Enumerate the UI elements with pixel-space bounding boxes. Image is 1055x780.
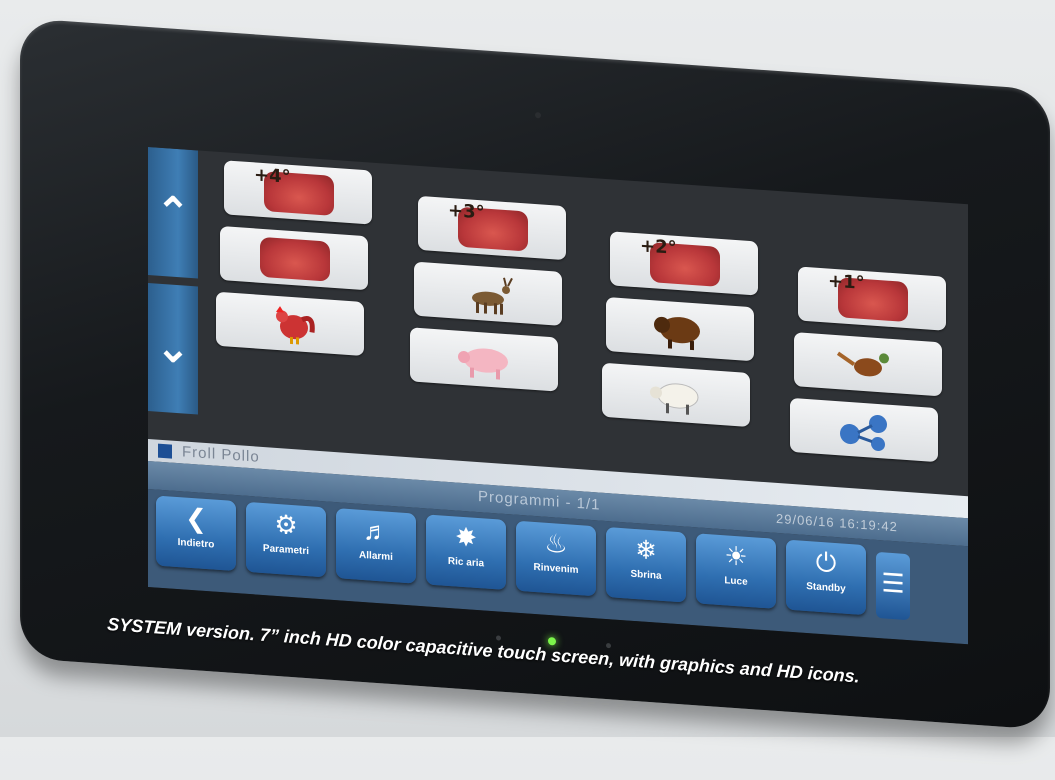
back-arrow-icon: ❮ [185,502,207,535]
sun-icon: ☀ [724,540,748,572]
sheep-icon [642,373,712,418]
page-indicator: Programmi - 1/1 [478,488,601,514]
selected-program-label: Froll Pollo [182,443,260,466]
program-tile[interactable] [220,225,368,291]
pheasant-icon [834,343,904,388]
reheat-button[interactable]: ♨ Rinvenim [516,520,596,597]
program-tile[interactable]: +4° [224,160,372,225]
air-recirculation-button[interactable]: ✸ Ric aria [426,514,506,590]
program-tile[interactable]: +1° [798,266,946,331]
program-tile[interactable]: +2° [610,231,758,296]
sensor-dot [496,635,501,641]
temperature-label: +4° [254,164,291,188]
program-tile[interactable] [606,296,754,362]
program-tile[interactable] [414,261,562,326]
bison-icon [646,308,716,353]
datetime-display: 29/06/16 16:19:42 [776,510,898,535]
scroll-down-button[interactable]: ⌄ [148,282,198,415]
parameters-button[interactable]: ⚙ Parametri [246,501,326,578]
hamburger-icon: ☰ [881,567,905,599]
molecule-icon [830,409,900,454]
heat-icon: ♨ [544,527,568,560]
menu-button[interactable]: ☰ [876,551,910,621]
standby-button[interactable]: ⏻ Standby [786,539,866,616]
pig-icon [450,338,520,383]
back-button[interactable]: ❮ Indietro [156,495,236,572]
scroll-up-button[interactable]: ⌃ [148,146,198,279]
program-tile[interactable] [790,397,938,463]
status-square-icon [158,443,172,459]
chevron-down-icon: ⌄ [156,325,190,372]
gears-icon: ⚙ [274,508,298,541]
alarms-button[interactable]: ♬ Allarmi [336,508,416,584]
program-tile[interactable]: +3° [418,195,566,261]
defrost-button[interactable]: ❄ Sbrina [606,526,686,603]
scroll-nav: ⌃ ⌄ [148,146,198,420]
touch-screen: ⌃ ⌄ +4° +3° +2° +1° Froll Pollo Programm… [148,146,968,645]
program-tile[interactable] [794,332,942,397]
chevron-up-icon: ⌃ [156,189,190,236]
snowflake-icon: ❄ [635,534,657,566]
program-tile[interactable] [602,362,750,428]
sensor-dot [606,642,611,649]
light-button[interactable]: ☀ Luce [696,533,776,609]
temperature-label: +1° [828,270,865,295]
rooster-icon [256,303,326,348]
temperature-label: +3° [448,199,485,224]
power-icon: ⏻ [815,546,837,579]
siren-icon: ♬ [363,514,389,547]
fan-icon: ✸ [455,521,477,553]
program-tile[interactable] [410,327,558,392]
temperature-label: +2° [640,235,677,259]
tablet-device: ⌃ ⌄ +4° +3° +2° +1° Froll Pollo Programm… [20,18,1050,780]
program-tile[interactable] [216,291,364,357]
meat-icon [260,236,330,282]
deer-icon [454,272,524,317]
camera-icon [535,112,541,119]
